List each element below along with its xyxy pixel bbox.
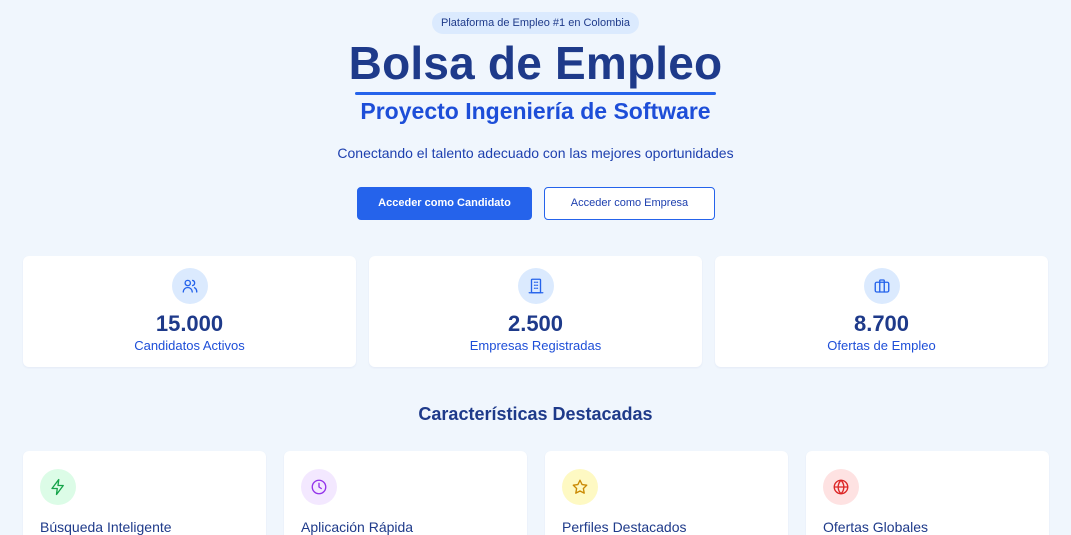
title-underline: [355, 92, 716, 95]
platform-badge: Plataforma de Empleo #1 en Colombia: [432, 12, 639, 34]
page-title: Bolsa de Empleo: [348, 37, 723, 89]
feature-card-global: Ofertas Globales: [806, 451, 1049, 535]
stat-label: Empresas Registradas: [469, 338, 602, 353]
globe-icon: [823, 469, 859, 505]
feature-title: Ofertas Globales: [823, 519, 929, 535]
building-icon: [518, 268, 554, 304]
company-login-button[interactable]: Acceder como Empresa: [544, 187, 715, 220]
page-subtitle: Proyecto Ingeniería de Software: [360, 98, 711, 124]
stat-card-offers: 8.700 Ofertas de Empleo: [715, 256, 1048, 367]
stat-label: Candidatos Activos: [134, 338, 245, 353]
stat-value: 15.000: [155, 311, 224, 336]
stat-value: 8.700: [853, 311, 910, 336]
star-icon: [562, 469, 598, 505]
feature-title: Búsqueda Inteligente: [40, 519, 172, 535]
stat-card-candidates: 15.000 Candidatos Activos: [23, 256, 356, 367]
stat-label: Ofertas de Empleo: [827, 338, 936, 353]
briefcase-icon: [864, 268, 900, 304]
candidate-login-button[interactable]: Acceder como Candidato: [357, 187, 532, 220]
tagline: Conectando el talento adecuado con las m…: [337, 145, 734, 161]
lightning-icon: [40, 469, 76, 505]
feature-card-profiles: Perfiles Destacados: [545, 451, 788, 535]
feature-title: Aplicación Rápida: [301, 519, 414, 535]
feature-card-apply: Aplicación Rápida: [284, 451, 527, 535]
users-icon: [172, 268, 208, 304]
features-title: Características Destacadas: [418, 404, 653, 424]
stat-value: 2.500: [507, 311, 564, 336]
clock-icon: [301, 469, 337, 505]
stat-card-companies: 2.500 Empresas Registradas: [369, 256, 702, 367]
feature-card-search: Búsqueda Inteligente: [23, 451, 266, 535]
feature-title: Perfiles Destacados: [562, 519, 687, 535]
